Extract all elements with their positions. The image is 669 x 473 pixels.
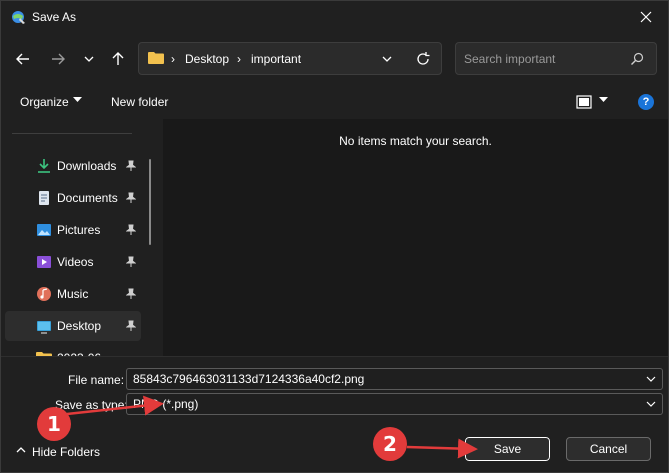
pin-icon bbox=[126, 320, 136, 331]
address-bar[interactable]: › Desktop › important bbox=[138, 42, 442, 75]
save-type-value: PNG (*.png) bbox=[133, 397, 199, 411]
pin-icon bbox=[126, 288, 136, 299]
pin-icon bbox=[126, 160, 136, 171]
file-name-label: File name: bbox=[68, 373, 125, 387]
chevron-down-icon[interactable] bbox=[646, 375, 656, 383]
nav-item-pictures[interactable]: Pictures bbox=[5, 215, 141, 245]
save-type-select[interactable]: PNG (*.png) bbox=[126, 393, 663, 415]
nav-item-desktop[interactable]: Desktop bbox=[5, 311, 141, 341]
window-title: Save As bbox=[32, 10, 77, 24]
close-icon bbox=[640, 11, 652, 23]
videos-icon bbox=[37, 256, 51, 268]
navigation-bar: › Desktop › important bbox=[1, 37, 668, 81]
save-form: File name: Save as type: PNG (*.png) Hid… bbox=[1, 356, 668, 472]
breadcrumb-desktop[interactable]: Desktop bbox=[185, 52, 229, 66]
nav-item-label: Pictures bbox=[57, 223, 101, 237]
nav-item-videos[interactable]: Videos bbox=[5, 247, 141, 277]
folder-icon bbox=[148, 52, 164, 64]
refresh-icon[interactable] bbox=[415, 51, 431, 67]
nav-item-folder[interactable]: 2023-06 bbox=[5, 343, 141, 356]
recent-locations-button[interactable] bbox=[77, 47, 101, 71]
nav-item-downloads[interactable]: Downloads bbox=[5, 151, 141, 181]
music-icon bbox=[37, 287, 51, 301]
nav-item-music[interactable]: Music bbox=[5, 279, 141, 309]
search-input[interactable] bbox=[464, 50, 624, 68]
pin-icon bbox=[126, 192, 136, 203]
chevron-down-icon[interactable] bbox=[646, 400, 656, 408]
pin-icon bbox=[126, 256, 136, 267]
caret-down-icon[interactable] bbox=[599, 97, 608, 103]
view-options-icon[interactable] bbox=[576, 95, 592, 109]
pictures-icon bbox=[37, 224, 51, 236]
search-icon[interactable] bbox=[630, 52, 644, 66]
caret-down-icon[interactable] bbox=[73, 97, 82, 103]
cancel-button[interactable]: Cancel bbox=[566, 437, 651, 461]
forward-button[interactable] bbox=[46, 47, 70, 71]
chevron-down-icon bbox=[84, 56, 94, 62]
save-button[interactable]: Save bbox=[464, 436, 551, 462]
annotation-badge-2: 2 bbox=[373, 427, 407, 461]
nav-item-label: Videos bbox=[57, 255, 94, 269]
nav-item-label: Music bbox=[57, 287, 89, 301]
chevron-down-icon[interactable] bbox=[381, 53, 393, 65]
chevron-up-icon[interactable] bbox=[15, 444, 27, 456]
title-bar: Save As bbox=[1, 1, 668, 33]
close-button[interactable] bbox=[634, 5, 658, 29]
help-icon: ? bbox=[642, 96, 650, 108]
command-bar: Organize New folder ? bbox=[1, 87, 668, 117]
empty-message: No items match your search. bbox=[339, 134, 492, 148]
file-name-input[interactable] bbox=[133, 372, 633, 386]
breadcrumb-separator: › bbox=[171, 52, 175, 66]
navigation-pane[interactable]: Downloads Documents Pictures Videos Musi… bbox=[1, 119, 161, 356]
download-icon bbox=[38, 159, 50, 173]
pin-icon bbox=[126, 224, 136, 235]
save-type-label: Save as type: bbox=[55, 398, 128, 412]
up-button[interactable] bbox=[106, 47, 130, 71]
document-icon bbox=[39, 191, 49, 205]
arrow-right-icon bbox=[52, 53, 65, 65]
arrow-left-icon bbox=[16, 53, 29, 65]
file-list[interactable]: No items match your search. bbox=[163, 119, 668, 356]
search-box[interactable] bbox=[455, 42, 657, 75]
hide-folders-button[interactable]: Hide Folders bbox=[32, 445, 100, 459]
file-name-field[interactable] bbox=[126, 368, 663, 390]
breadcrumb-important[interactable]: important bbox=[251, 52, 301, 66]
nav-item-label: Desktop bbox=[57, 319, 102, 333]
new-folder-button[interactable]: New folder bbox=[111, 95, 168, 109]
nav-item-label: Documents bbox=[57, 191, 118, 205]
nav-item-documents[interactable]: Documents bbox=[5, 183, 141, 213]
app-icon bbox=[12, 11, 25, 24]
annotation-badge-1: 1 bbox=[37, 407, 71, 441]
back-button[interactable] bbox=[11, 47, 35, 71]
nav-scrollbar[interactable] bbox=[149, 159, 151, 245]
organize-button[interactable]: Organize bbox=[20, 95, 69, 109]
desktop-icon bbox=[37, 321, 51, 334]
arrow-up-icon bbox=[112, 52, 124, 65]
help-button[interactable]: ? bbox=[638, 94, 654, 110]
save-as-dialog: Save As › Desktop › important Search imp… bbox=[0, 0, 669, 473]
nav-item-label: Downloads bbox=[57, 159, 117, 173]
nav-divider bbox=[12, 133, 132, 134]
breadcrumb-separator[interactable]: › bbox=[237, 52, 241, 66]
